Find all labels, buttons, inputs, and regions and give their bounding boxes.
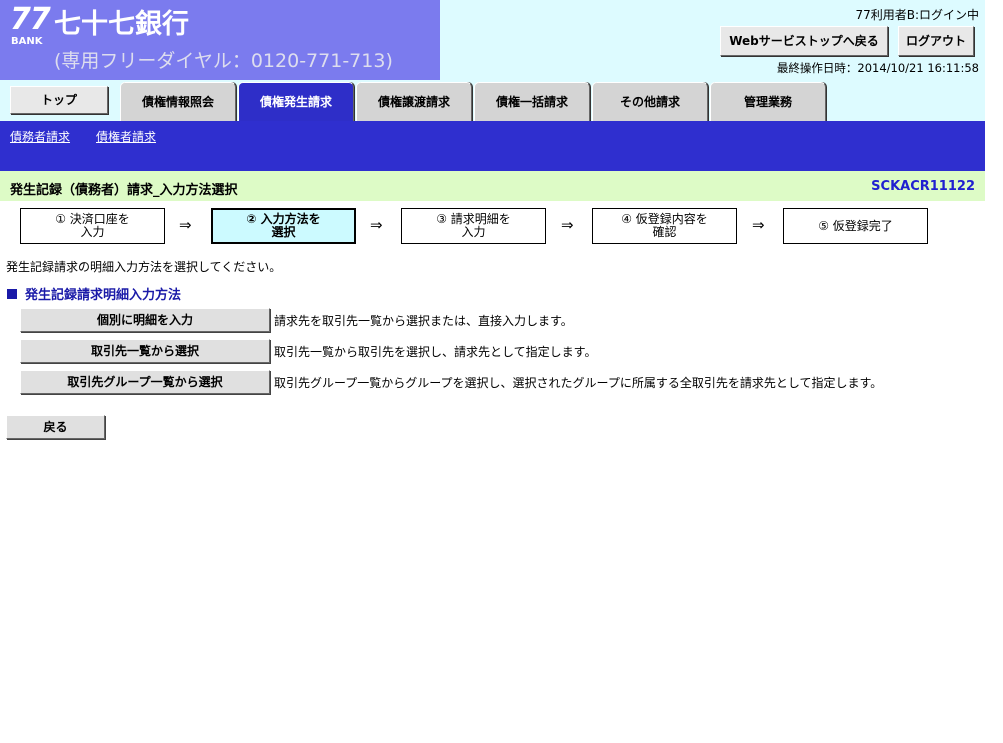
support-phone: (専用フリーダイヤル：0120-771-713) xyxy=(54,50,393,72)
page-title-bar: 発生記録（債務者）請求_入力方法選択 SCKACR11122 xyxy=(0,171,985,201)
enter-details-individually-button[interactable]: 個別に明細を入力 xyxy=(20,308,270,332)
step-label: 入力 xyxy=(80,225,105,239)
option-description: 取引先グループ一覧からグループを選択し、選択されたグループに所属する全取引先を請… xyxy=(274,376,883,390)
option-description: 取引先一覧から取引先を選択し、請求先として指定します。 xyxy=(274,345,597,359)
tab-other-requests[interactable]: その他請求 xyxy=(592,82,708,121)
step-arrow-icon: ⇒ xyxy=(561,216,574,234)
section-heading: 発生記録請求明細入力方法 xyxy=(7,284,181,303)
main-tab-bar: トップ 債権情報照会 債権発生請求 債権譲渡請求 債権一括請求 その他請求 管理… xyxy=(0,80,985,121)
step-label: 確認 xyxy=(652,225,677,239)
logout-button[interactable]: ログアウト xyxy=(898,26,974,56)
step-arrow-icon: ⇒ xyxy=(179,216,192,234)
bank-logo-area: 77 BANK 七十七銀行 (専用フリーダイヤル：0120-771-713) xyxy=(0,0,440,80)
step-5-complete: ⑤ 仮登録完了 xyxy=(783,208,928,244)
bank-name: 七十七銀行 xyxy=(54,9,189,40)
option-description: 請求先を取引先一覧から選択または、直接入力します。 xyxy=(274,314,573,328)
section-title: 発生記録請求明細入力方法 xyxy=(25,288,182,303)
square-bullet-icon xyxy=(7,289,17,299)
step-arrow-icon: ⇒ xyxy=(370,216,383,234)
select-from-partner-list-button[interactable]: 取引先一覧から選択 xyxy=(20,339,270,363)
step-3-details: ③ 請求明細を 入力 xyxy=(401,208,546,244)
step-label: ⑤ 仮登録完了 xyxy=(818,218,893,233)
step-arrow-icon: ⇒ xyxy=(752,216,765,234)
login-status: 77利用者B:ログイン中 xyxy=(855,8,979,22)
tab-bulk-request[interactable]: 債権一括請求 xyxy=(474,82,590,121)
web-service-top-button[interactable]: Webサービストップへ戻る xyxy=(720,26,888,56)
header-user-area: 77利用者B:ログイン中 Webサービストップへ戻る ログアウト 最終操作日時：… xyxy=(440,0,985,80)
page-title: 発生記録（債務者）請求_入力方法選択 xyxy=(10,183,238,198)
tab-administration[interactable]: 管理業務 xyxy=(710,82,826,121)
bank-logo-text: BANK xyxy=(11,36,43,47)
step-label: 選択 xyxy=(271,225,296,239)
tab-credit-transfer-request[interactable]: 債権譲渡請求 xyxy=(356,82,472,121)
tab-credit-inquiry[interactable]: 債権情報照会 xyxy=(120,82,236,121)
subnav-creditor-request[interactable]: 債権者請求 xyxy=(96,128,156,145)
instruction-text: 発生記録請求の明細入力方法を選択してください。 xyxy=(6,260,282,274)
sub-navigation: 債務者請求 債権者請求 xyxy=(0,121,985,171)
bank-logo-number: 77 xyxy=(10,2,51,37)
select-from-partner-group-list-button[interactable]: 取引先グループ一覧から選択 xyxy=(20,370,270,394)
step-1-account: ① 決済口座を 入力 xyxy=(20,208,165,244)
step-label: 入力 xyxy=(461,225,486,239)
subnav-debtor-request[interactable]: 債務者請求 xyxy=(10,128,70,145)
screen-id: SCKACR11122 xyxy=(871,179,975,194)
tab-credit-issue-request[interactable]: 債権発生請求 xyxy=(238,82,354,121)
last-operation-time: 最終操作日時：2014/10/21 16:11:58 xyxy=(776,61,979,75)
back-button[interactable]: 戻る xyxy=(6,415,105,439)
tab-top[interactable]: トップ xyxy=(10,86,108,114)
step-2-input-method: ② 入力方法を 選択 xyxy=(211,208,356,244)
step-4-confirm: ④ 仮登録内容を 確認 xyxy=(592,208,737,244)
